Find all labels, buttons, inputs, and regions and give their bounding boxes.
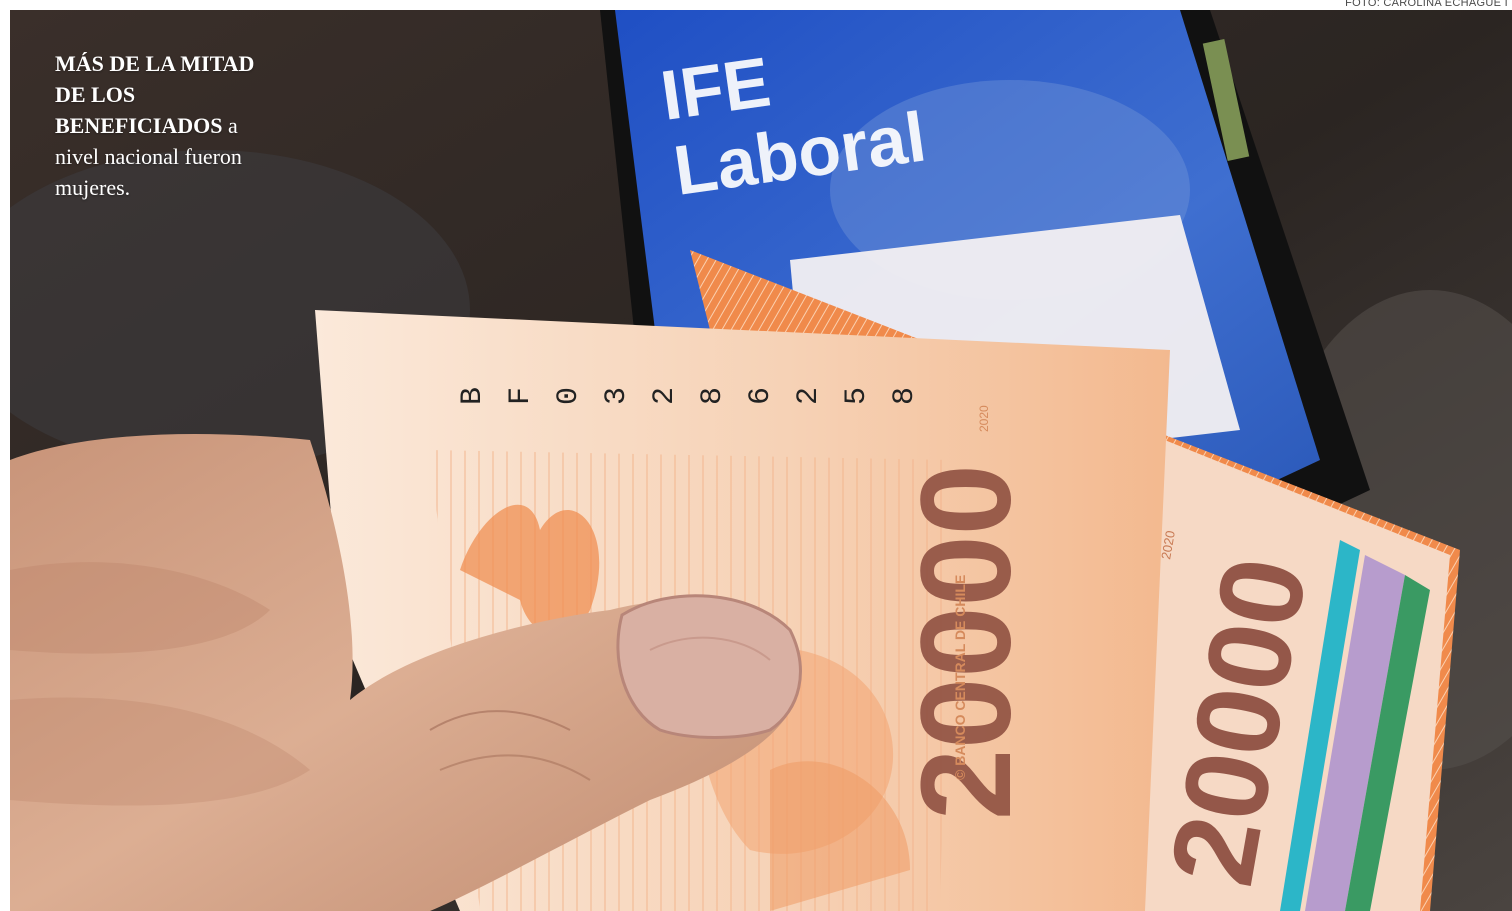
photo-credit: FOTO: CAROLINA ECHAGÜE I [1345,0,1508,9]
serial-char: 3 [600,387,634,405]
serial-char: B [456,387,490,405]
photo: IFE Laboral 20000 2020 BF03286258 20000 … [10,10,1512,911]
serial-char: 2 [648,387,682,405]
serial-char: 2 [792,387,826,405]
serial-char: 8 [696,387,730,405]
serial-char: F [504,387,538,405]
serial-char: 8 [888,387,922,405]
thumbnail [616,594,802,739]
serial-char: 6 [744,387,778,405]
serial-char: 5 [840,387,874,405]
photo-caption: MÁS DE LA MITAD DE LOS BENEFICIADOS a ni… [55,48,285,203]
front-note-year: 2020 [977,405,991,432]
front-note-issuer: © BANCO CENTRAL DE CHILE [952,575,968,780]
serial-char: 0 [552,387,586,405]
